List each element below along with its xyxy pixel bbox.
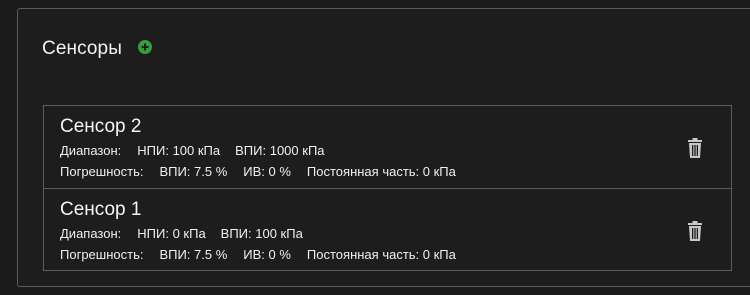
sensor-list: Сенсор 2 Диапазон: НПИ: 100 кПа ВПИ: 1000 … [43, 105, 732, 271]
error-label: Погрешность: [60, 247, 144, 262]
error-const: Постоянная часть: 0 кПа [306, 164, 456, 179]
panel-title: Сенсоры [42, 38, 122, 59]
sensor-name: Сенсор 2 [60, 116, 142, 137]
sensor-error: Погрешность: ВПИ: 7.5 % ИВ: 0 % Постоянная … [60, 244, 731, 265]
sensors-panel: Сенсоры Сенсор 2 Диапазон: НПИ: 100 кПа ВП… [17, 8, 750, 287]
error-iv: ИВ: 0 % [243, 247, 291, 262]
range-vpi: ВПИ: 100 кПа [220, 226, 303, 241]
sensor-range: Диапазон: НПИ: 100 кПа ВПИ: 1000 кПа [60, 140, 731, 161]
range-vpi: ВПИ: 1000 кПа [235, 143, 325, 158]
range-npi: НПИ: 100 кПа [137, 143, 221, 158]
range-npi: НПИ: 0 кПа [137, 226, 206, 241]
sensor-card-2: Сенсор 2 Диапазон: НПИ: 100 кПа ВПИ: 1000 … [44, 106, 731, 188]
sensor-card-1: Сенсор 1 Диапазон: НПИ: 0 кПа ВПИ: 100 кПа… [44, 188, 731, 270]
error-const: Постоянная часть: 0 кПа [306, 247, 456, 262]
error-vpi: ВПИ: 7.5 % [159, 247, 228, 262]
sensor-error: Погрешность: ВПИ: 7.5 % ИВ: 0 % Постоянная … [60, 161, 731, 182]
range-label: Диапазон: [60, 226, 122, 241]
error-label: Погрешность: [60, 164, 144, 179]
range-label: Диапазон: [60, 143, 122, 158]
error-iv: ИВ: 0 % [243, 164, 291, 179]
panel-header: Сенсоры [42, 38, 152, 60]
sensor-range: Диапазон: НПИ: 0 кПа ВПИ: 100 кПа [60, 223, 731, 244]
error-vpi: ВПИ: 7.5 % [159, 164, 228, 179]
sensor-name: Сенсор 1 [60, 199, 142, 220]
trash-icon[interactable] [687, 221, 703, 241]
add-sensor-icon[interactable] [137, 40, 152, 54]
trash-icon[interactable] [687, 138, 703, 158]
